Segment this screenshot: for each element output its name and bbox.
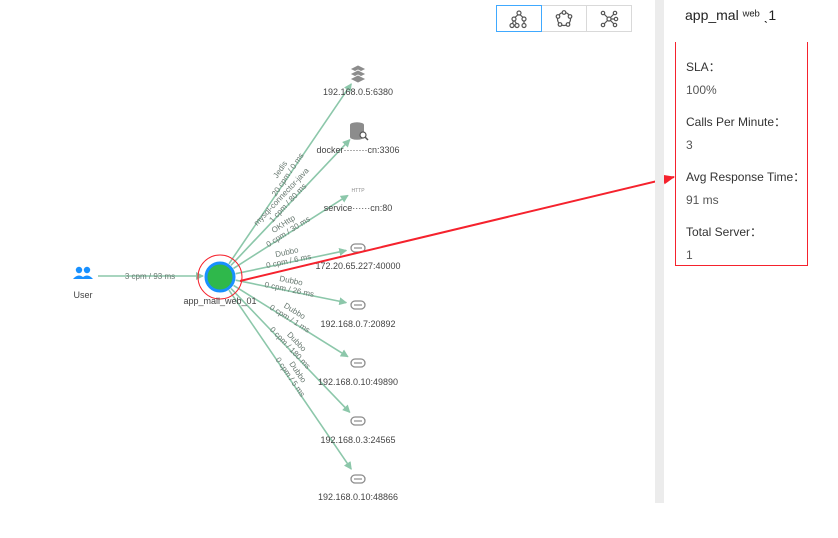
calls-per-minute-value: 3 — [686, 138, 693, 152]
sla-label: SLA： — [686, 60, 721, 74]
total-server-value: 1 — [686, 248, 693, 262]
layout-toolbar — [496, 5, 637, 33]
target-node[interactable]: 192.168.0.5:6380 — [323, 64, 393, 97]
topology-radial-icon — [600, 10, 619, 27]
target-node-label: 192.168.0.10:49890 — [318, 377, 398, 387]
target-node[interactable]: 192.168.0.7:20892 — [320, 300, 396, 329]
http-icon: HTTP — [351, 188, 365, 194]
rpc-icon — [350, 416, 366, 426]
app-node-label: app_mall_web_01 — [183, 296, 256, 306]
layout-radial-button[interactable] — [586, 5, 632, 32]
topology-circle-icon — [555, 9, 573, 27]
avg-response-time-value: 91 ms — [686, 193, 719, 207]
target-node-label: 192.168.0.5:6380 — [323, 87, 393, 97]
edge-label: Dubbo0 cpm / 26 ms — [264, 274, 315, 299]
user-node-label: User — [73, 290, 92, 300]
user-group-icon — [73, 266, 93, 279]
redis-icon — [349, 64, 367, 84]
rpc-icon — [350, 300, 366, 310]
target-node-label: docker········cn:3306 — [316, 145, 399, 155]
node-detail-panel: SLA： 100% Calls Per Minute： 3 Avg Respon… — [675, 42, 808, 266]
target-node[interactable]: 172.20.65.227:40000 — [315, 243, 401, 271]
layout-tree-button[interactable] — [496, 5, 542, 32]
user-node[interactable]: User — [73, 266, 93, 300]
edge-label-user: 3 cpm / 93 ms — [125, 272, 175, 281]
target-node-label: 192.168.0.7:20892 — [320, 319, 395, 329]
rpc-icon — [350, 358, 366, 368]
node-detail-title: app_mal ʷᵉᵇ ˎ1 — [685, 7, 777, 23]
target-node[interactable]: docker········cn:3306 — [316, 122, 400, 155]
target-node-label: 172.20.65.227:40000 — [315, 261, 400, 271]
svg-text:HTTP: HTTP — [351, 188, 365, 194]
target-node-label: 192.168.0.10:48866 — [318, 492, 398, 502]
panel-divider — [655, 0, 664, 503]
target-node-label: service······cn:80 — [324, 203, 393, 213]
app-node-circle — [204, 261, 236, 293]
rpc-icon — [350, 474, 366, 484]
target-node[interactable]: 192.168.0.10:49890 — [318, 358, 398, 387]
sla-value: 100% — [686, 83, 717, 97]
target-node-label: 192.168.0.3:24565 — [320, 435, 395, 445]
target-node[interactable]: 192.168.0.3:24565 — [320, 416, 396, 445]
layout-circle-button[interactable] — [541, 5, 587, 32]
avg-response-time-label: Avg Response Time： — [686, 170, 806, 184]
callout-arrow — [239, 174, 675, 282]
topology-tree-icon — [509, 9, 527, 28]
target-node[interactable]: 192.168.0.10:48866 — [318, 474, 398, 502]
calls-per-minute-label: Calls Per Minute： — [686, 115, 787, 129]
total-server-label: Total Server： — [686, 225, 763, 239]
database-icon — [350, 122, 369, 141]
target-node[interactable]: HTTP service······cn:80 — [324, 188, 393, 213]
